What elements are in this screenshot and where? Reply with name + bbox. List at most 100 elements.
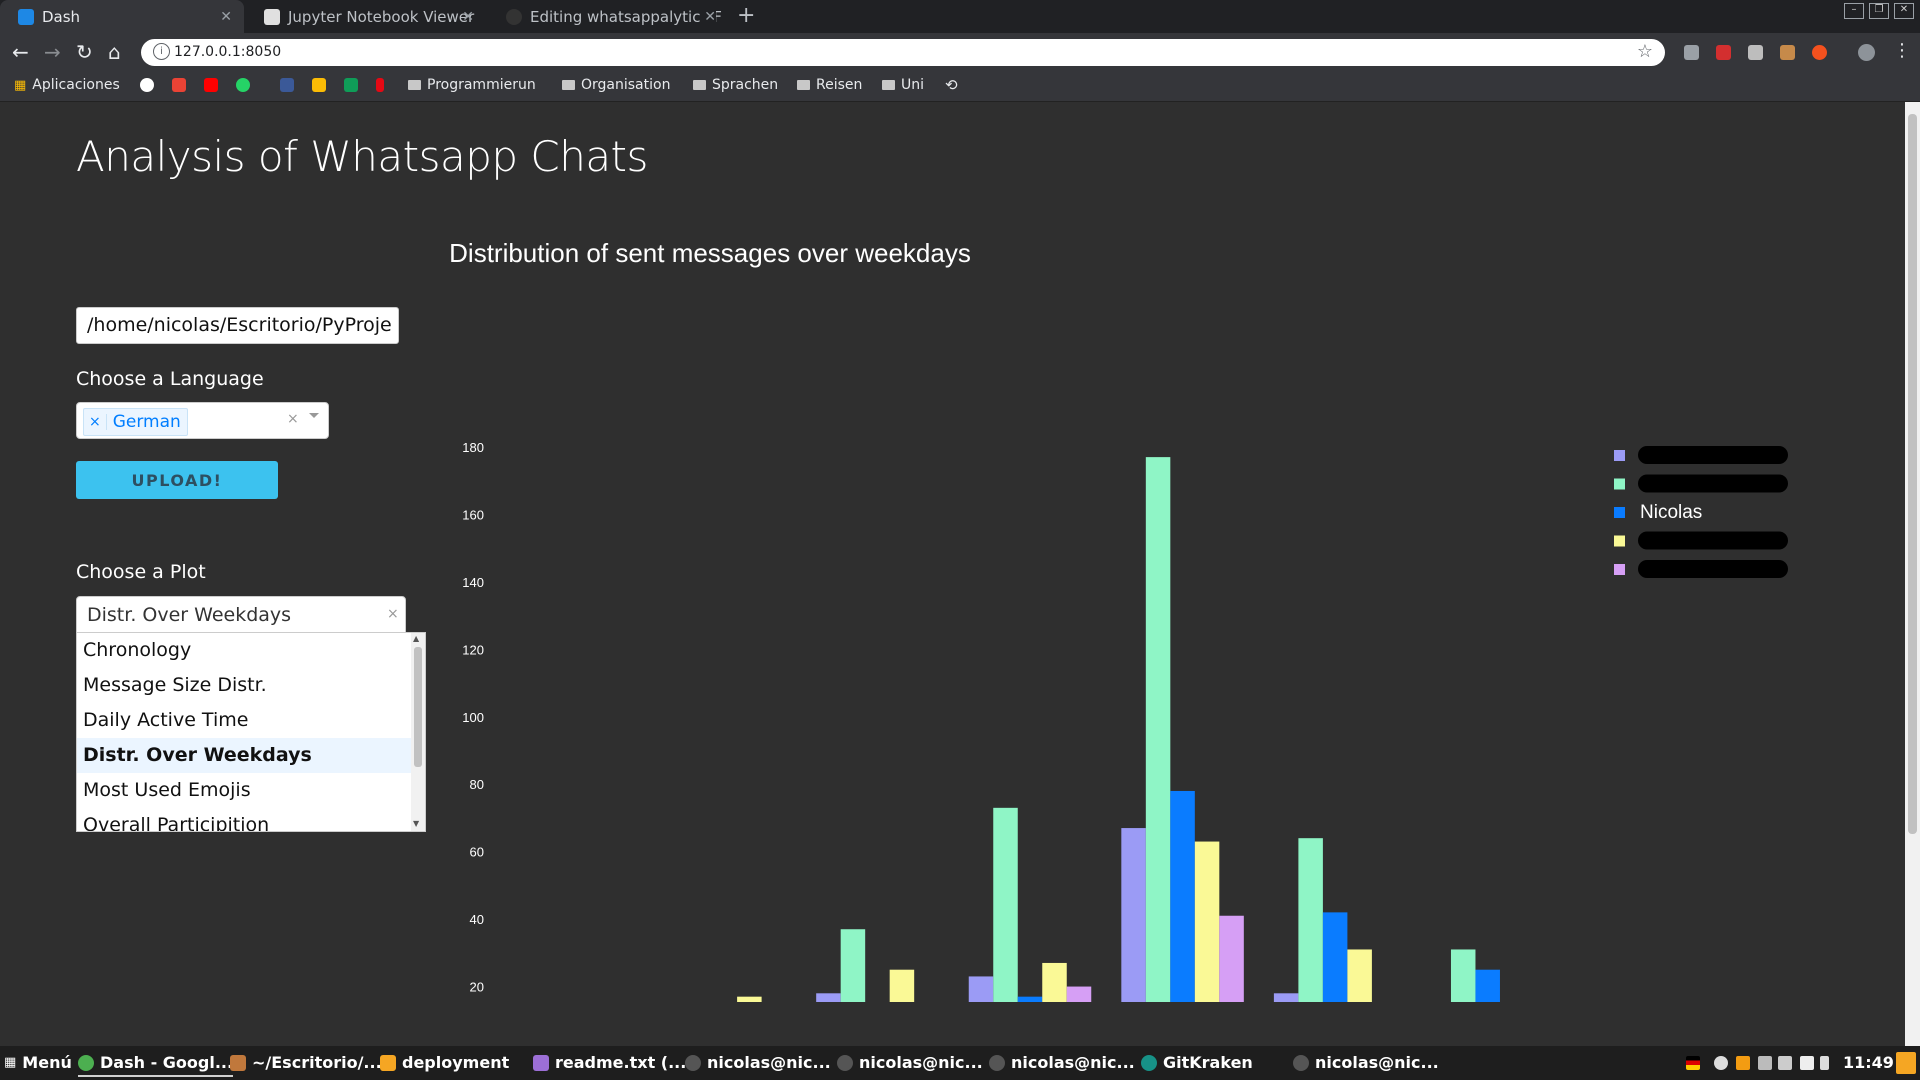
plot-option-weekdays[interactable]: Distr. Over Weekdays (77, 738, 425, 773)
task-terminal[interactable]: nicolas@nic... (1293, 1053, 1439, 1072)
close-tab-icon[interactable]: ✕ (220, 9, 232, 25)
keyboard-layout-de-icon[interactable] (1686, 1056, 1700, 1070)
plot-option-emojis[interactable]: Most Used Emojis (77, 773, 425, 808)
bar[interactable] (1145, 457, 1171, 1002)
reload-icon[interactable]: ↻ (76, 40, 93, 64)
path-input[interactable]: /home/nicolas/Escritorio/PyProje (76, 307, 399, 344)
user-icon[interactable] (1714, 1056, 1728, 1070)
legend-swatch[interactable] (1614, 450, 1625, 461)
task-editor[interactable]: readme.txt (... (533, 1053, 686, 1072)
new-tab-icon[interactable]: + (737, 3, 755, 28)
bar[interactable] (1273, 993, 1299, 1002)
extension-icon[interactable] (1780, 45, 1795, 60)
task-chrome[interactable]: Dash - Googl... (78, 1053, 234, 1077)
bar[interactable] (1298, 838, 1323, 1002)
restore-icon[interactable]: ❐ (1869, 3, 1889, 19)
task-terminal[interactable]: nicolas@nic... (837, 1053, 983, 1072)
bar[interactable] (889, 969, 915, 1002)
start-menu[interactable]: ▦ Menú (4, 1053, 72, 1072)
extension-icon[interactable] (1812, 45, 1827, 60)
legend-swatch[interactable] (1614, 535, 1625, 547)
legend-swatch[interactable] (1614, 478, 1625, 490)
gmail-icon[interactable] (172, 78, 186, 92)
history-icon[interactable]: ⟲ (945, 76, 958, 94)
profile-avatar-icon[interactable] (1858, 44, 1875, 61)
legend-swatch[interactable] (1614, 507, 1625, 518)
clear-icon[interactable]: × (387, 606, 399, 622)
bar[interactable] (737, 996, 762, 1002)
netflix-icon[interactable] (376, 78, 384, 92)
facebook-icon[interactable] (280, 78, 294, 92)
legend-swatch[interactable] (1614, 564, 1625, 575)
language-select[interactable]: × German × (76, 402, 329, 439)
bar[interactable] (1017, 996, 1043, 1002)
bar[interactable] (1194, 841, 1220, 1002)
task-files[interactable]: deployment (380, 1053, 509, 1072)
close-tab-icon[interactable]: ✕ (462, 9, 474, 25)
plot-option-chronology[interactable]: Chronology (77, 633, 425, 668)
pinwheel-icon[interactable] (312, 78, 326, 92)
bar[interactable] (816, 993, 841, 1002)
chevron-down-icon[interactable] (309, 413, 319, 418)
bar[interactable] (1322, 912, 1348, 1002)
plot-option-daily-active-time[interactable]: Daily Active Time (77, 703, 425, 738)
clear-icon[interactable]: × (287, 411, 299, 427)
address-bar[interactable]: i 127.0.0.1:8050 ☆ (141, 39, 1665, 66)
bookmark-apps[interactable]: ▦ Aplicaciones (14, 77, 120, 93)
upload-button[interactable]: UPLOAD! (76, 461, 278, 499)
remove-value-icon[interactable]: × (84, 414, 107, 430)
bookmark-folder-reisen[interactable]: Reisen (797, 77, 862, 93)
legend-label[interactable]: Nicolas (1640, 502, 1702, 523)
back-icon[interactable]: ← (12, 40, 29, 64)
task-gitkraken[interactable]: GitKraken (1141, 1053, 1253, 1072)
bookmark-folder-programmierung[interactable]: Programmierun (408, 77, 536, 93)
bar[interactable] (993, 807, 1018, 1002)
google-icon[interactable] (140, 78, 154, 92)
extension-icon[interactable] (1684, 45, 1699, 60)
tab-github[interactable]: Editing whatsappalytics/F ✕ (488, 0, 728, 33)
tab-dash[interactable]: Dash ✕ (0, 0, 244, 33)
bar[interactable] (1121, 828, 1146, 1002)
bar[interactable] (1475, 969, 1500, 1002)
bookmark-star-icon[interactable]: ☆ (1637, 41, 1653, 62)
plot-option-participation[interactable]: Overall Participition (77, 808, 425, 831)
bar[interactable] (1042, 962, 1067, 1002)
bluetooth-icon[interactable] (1758, 1056, 1772, 1070)
show-desktop-icon[interactable] (1896, 1052, 1916, 1074)
forward-icon[interactable]: → (44, 40, 61, 64)
plot-option-message-size[interactable]: Message Size Distr. (77, 668, 425, 703)
task-sublime[interactable]: ~/Escritorio/... (230, 1053, 382, 1072)
close-window-icon[interactable]: ✕ (1894, 3, 1914, 19)
minimize-icon[interactable]: – (1844, 3, 1864, 19)
adblock-icon[interactable] (1716, 45, 1731, 60)
plot-select[interactable]: Distr. Over Weekdays × (76, 596, 406, 633)
clock[interactable]: 11:49 (1843, 1053, 1894, 1072)
page-scroll-thumb[interactable] (1908, 114, 1917, 834)
update-shield-icon[interactable] (1736, 1056, 1750, 1070)
bookmark-folder-uni[interactable]: Uni (882, 77, 924, 93)
tab-jupyter[interactable]: Jupyter Notebook Viewer ✕ (246, 0, 486, 33)
task-terminal[interactable]: nicolas@nic... (989, 1053, 1135, 1072)
bar[interactable] (1170, 790, 1195, 1002)
bar[interactable] (1450, 949, 1476, 1002)
bar[interactable] (968, 976, 994, 1002)
whatsapp-icon[interactable] (236, 78, 250, 92)
page-scrollbar[interactable] (1905, 102, 1920, 1046)
bookmark-folder-organisation[interactable]: Organisation (562, 77, 670, 93)
drive-icon[interactable] (344, 78, 358, 92)
home-icon[interactable]: ⌂ (108, 40, 121, 64)
grammarly-icon[interactable] (1748, 45, 1763, 60)
bar[interactable] (1347, 949, 1372, 1002)
volume-icon[interactable] (1778, 1056, 1792, 1070)
youtube-icon[interactable] (204, 78, 218, 92)
bar[interactable] (1066, 986, 1092, 1002)
bookmark-folder-sprachen[interactable]: Sprachen (693, 77, 778, 93)
task-terminal[interactable]: nicolas@nic... (685, 1053, 831, 1072)
legend[interactable]: Nicolas (1614, 446, 1788, 578)
battery-icon[interactable] (1820, 1056, 1829, 1070)
wifi-icon[interactable] (1800, 1056, 1814, 1070)
bar[interactable] (840, 929, 866, 1002)
info-icon[interactable]: i (153, 43, 170, 60)
bar[interactable] (1219, 915, 1244, 1002)
close-tab-icon[interactable]: ✕ (700, 8, 716, 25)
